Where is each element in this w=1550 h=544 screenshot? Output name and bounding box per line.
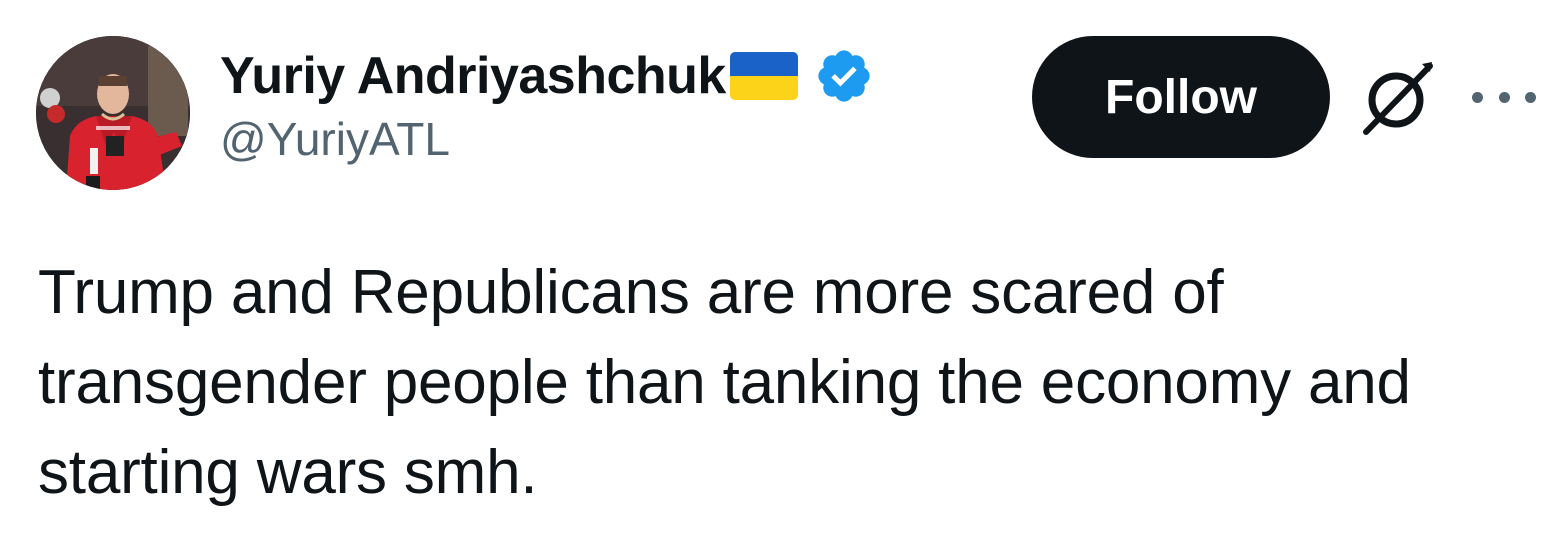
follow-button[interactable]: Follow [1032, 36, 1330, 158]
verified-badge-icon[interactable] [814, 46, 874, 106]
grok-icon[interactable] [1358, 58, 1438, 138]
author-names: Yuriy Andriyashchuk @YuriyATL [220, 44, 874, 166]
ukraine-flag-icon [729, 52, 798, 100]
avatar[interactable] [36, 36, 190, 190]
tweet-header: Yuriy Andriyashchuk @YuriyATL Follow [36, 36, 1536, 196]
display-name-row: Yuriy Andriyashchuk [220, 44, 874, 108]
handle[interactable]: @YuriyATL [220, 112, 874, 166]
more-options-icon[interactable] [1472, 72, 1536, 122]
display-name[interactable]: Yuriy Andriyashchuk [220, 46, 726, 106]
avatar-photo [36, 36, 190, 190]
tweet-text: Trump and Republicans are more scared of… [38, 258, 1411, 507]
